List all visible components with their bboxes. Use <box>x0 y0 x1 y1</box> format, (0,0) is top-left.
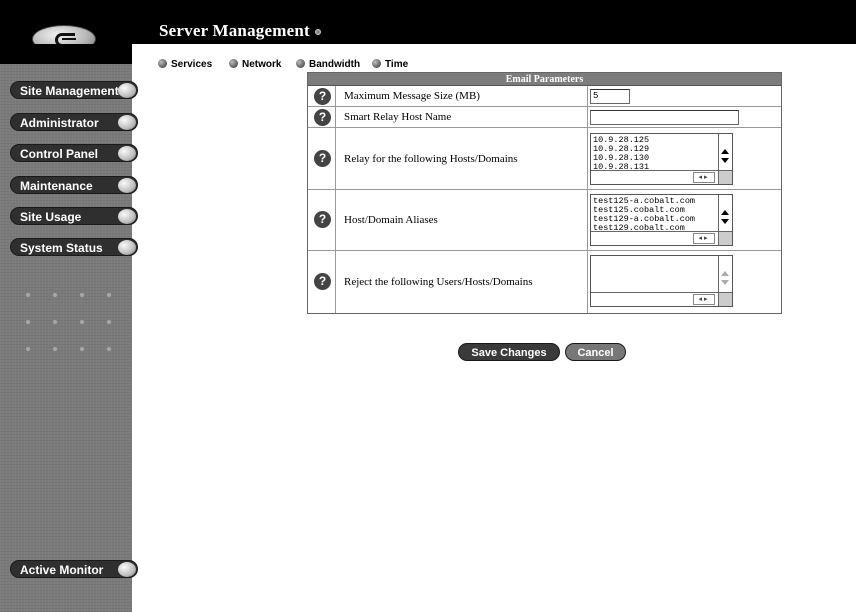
sidebar-item-site-usage[interactable]: Site Usage <box>10 207 138 225</box>
table-row: ? Reject the following Users/Hosts/Domai… <box>308 251 781 313</box>
email-parameters-table: Email Parameters ? Maximum Message Size … <box>307 72 782 314</box>
scroll-left-right-icon: ◂▸ <box>693 294 715 305</box>
help-cell: ? <box>309 190 336 250</box>
horizontal-scrollbar[interactable]: ◂▸ <box>591 170 719 184</box>
bullet-icon <box>158 59 167 68</box>
knob-icon <box>118 146 136 161</box>
help-cell: ? <box>309 128 336 189</box>
sidebar-item-label: Control Panel <box>20 147 99 161</box>
help-icon[interactable]: ? <box>314 109 331 126</box>
relay-hosts-textarea[interactable]: 10.9.28.125 10.9.28.129 10.9.28.130 10.9… <box>590 133 733 185</box>
sidebar-item-maintenance[interactable]: Maintenance <box>10 176 138 194</box>
sidebar-item-label: Administrator <box>20 116 99 130</box>
knob-icon <box>118 562 136 577</box>
bullet-icon <box>296 59 305 68</box>
help-icon[interactable]: ? <box>314 273 331 290</box>
scroll-up-icon <box>721 210 729 215</box>
knob-icon <box>118 115 136 130</box>
horizontal-scrollbar[interactable]: ◂▸ <box>591 231 719 245</box>
textarea-content: test125-a.cobalt.com test125.cobalt.com … <box>593 197 696 232</box>
knob-icon <box>118 209 136 224</box>
scroll-left-right-icon: ◂▸ <box>693 233 715 244</box>
table-row: ? Relay for the following Hosts/Domains … <box>308 128 781 190</box>
tab-network[interactable]: Network <box>229 59 281 71</box>
page-title: Server Management <box>159 21 321 41</box>
horizontal-scrollbar[interactable]: ◂▸ <box>591 292 719 306</box>
table-row: ? Smart Relay Host Name <box>308 107 781 128</box>
field-label: Maximum Message Size (MB) <box>344 90 480 102</box>
scroll-down-icon <box>721 219 729 224</box>
sidebar-item-label: Active Monitor <box>20 563 104 577</box>
field-label: Smart Relay Host Name <box>344 111 452 123</box>
host-domain-aliases-textarea[interactable]: test125-a.cobalt.com test125.cobalt.com … <box>590 194 733 246</box>
sidebar-item-label: Site Usage <box>20 210 82 224</box>
bullet-icon <box>372 59 381 68</box>
help-cell: ? <box>309 251 336 313</box>
field-label: Host/Domain Aliases <box>344 214 438 226</box>
table-row: ? Maximum Message Size (MB) 5 <box>308 86 781 107</box>
help-cell: ? <box>309 107 336 127</box>
sidebar-top-band <box>0 44 132 64</box>
save-changes-button[interactable]: Save Changes <box>458 343 560 361</box>
bullet-icon <box>229 59 238 68</box>
tab-label: Bandwidth <box>309 59 361 70</box>
title-dot-icon <box>314 29 321 36</box>
cancel-button[interactable]: Cancel <box>565 343 626 361</box>
textarea-content <box>593 258 715 293</box>
tab-label: Network <box>242 59 282 70</box>
page-title-text: Server Management <box>159 21 310 40</box>
scroll-down-icon <box>721 158 729 163</box>
knob-icon <box>118 240 136 255</box>
textarea-content: 10.9.28.125 10.9.28.129 10.9.28.130 10.9… <box>593 136 650 171</box>
knob-icon <box>118 83 136 98</box>
help-icon[interactable]: ? <box>314 88 331 105</box>
reject-users-textarea[interactable]: ◂▸ <box>590 255 733 307</box>
scroll-up-icon <box>721 271 729 276</box>
field-label: Relay for the following Hosts/Domains <box>344 153 518 165</box>
sidebar-item-label: System Status <box>20 241 103 255</box>
vertical-scrollbar[interactable] <box>718 134 732 171</box>
sidebar-item-active-monitor[interactable]: Active Monitor <box>10 560 138 578</box>
scroll-down-icon <box>721 280 729 285</box>
help-cell: ? <box>309 86 336 106</box>
smart-relay-host-input[interactable] <box>590 110 739 125</box>
help-icon[interactable]: ? <box>314 211 331 228</box>
max-message-size-input[interactable]: 5 <box>590 89 630 104</box>
tab-bandwidth[interactable]: Bandwidth <box>296 59 360 71</box>
scroll-up-icon <box>721 149 729 154</box>
tab-time[interactable]: Time <box>372 59 408 71</box>
field-label: Reject the following Users/Hosts/Domains <box>344 276 533 288</box>
sidebar-item-administrator[interactable]: Administrator <box>10 113 138 131</box>
knob-icon <box>118 178 136 193</box>
tab-label: Time <box>385 59 409 70</box>
table-header: Email Parameters <box>308 73 781 86</box>
tab-services[interactable]: Services <box>158 59 212 71</box>
vertical-scrollbar[interactable] <box>718 256 732 293</box>
sidebar-item-label: Site Management <box>20 84 119 98</box>
scroll-left-right-icon: ◂▸ <box>693 172 715 183</box>
sidebar-item-system-status[interactable]: System Status <box>10 238 138 256</box>
help-icon[interactable]: ? <box>314 150 331 167</box>
tab-label: Services <box>171 59 213 70</box>
sidebar-item-site-management[interactable]: Site Management <box>10 81 138 99</box>
sidebar-item-label: Maintenance <box>20 179 93 193</box>
vertical-scrollbar[interactable] <box>718 195 732 232</box>
sidebar-item-control-panel[interactable]: Control Panel <box>10 144 138 162</box>
table-row: ? Host/Domain Aliases test125-a.cobalt.c… <box>308 190 781 251</box>
